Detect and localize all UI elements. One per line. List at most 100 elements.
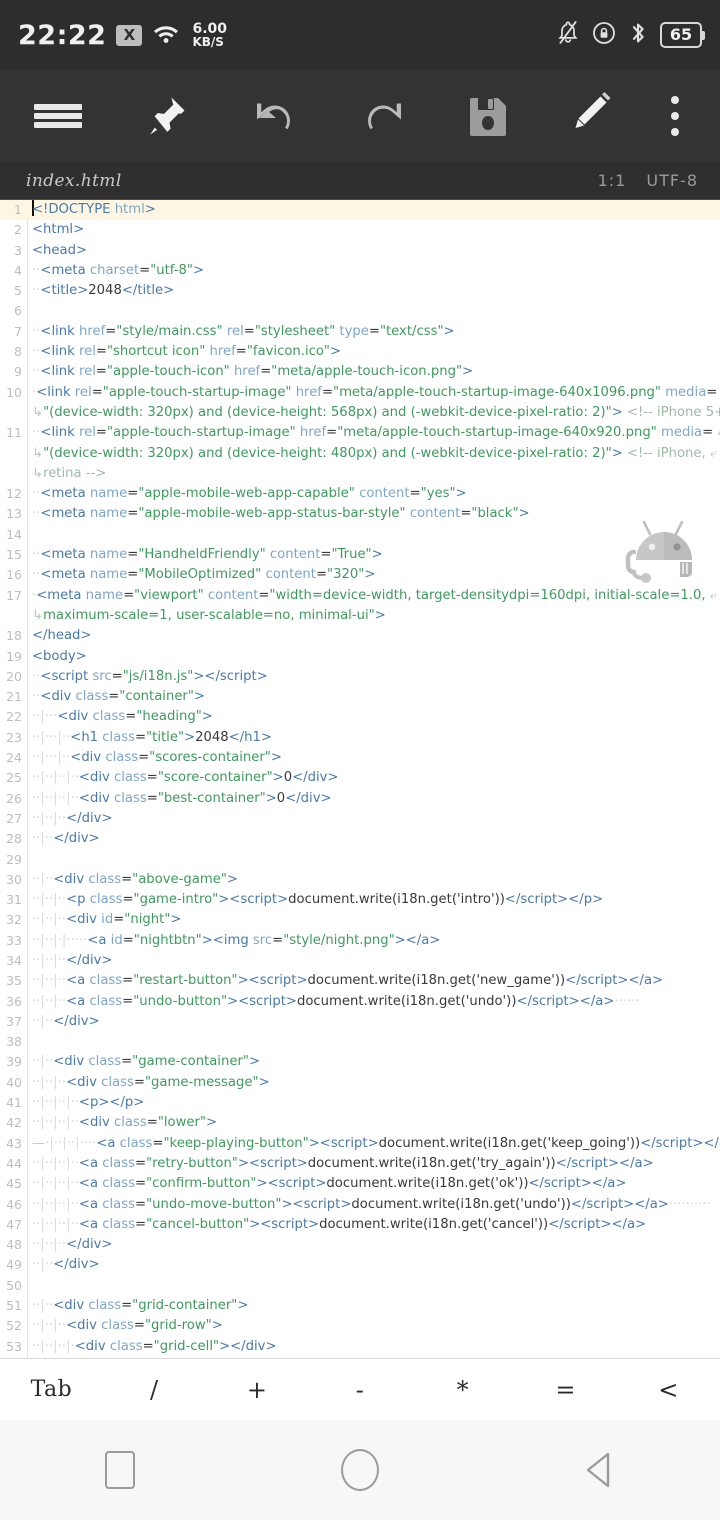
line-content[interactable]: ··|··</div> <box>27 829 720 849</box>
line-content[interactable]: ··|··|··</div> <box>27 951 720 971</box>
line-content[interactable]: ··|··|··</div> <box>27 1235 720 1255</box>
line-content[interactable]: ↳maximum-scale=1, user-scalable=no, mini… <box>27 606 720 626</box>
line-content[interactable]: ··|··<div class="above-game"> <box>27 870 720 890</box>
line-content[interactable]: ·<link rel="apple-touch-startup-image" h… <box>27 383 720 403</box>
code-line[interactable]: 5 ··<title>2048</title> <box>0 281 720 301</box>
code-line[interactable]: 4 ··<meta charset="utf-8"> <box>0 261 720 281</box>
code-line[interactable]: 2 <html> <box>0 220 720 240</box>
line-content[interactable]: ··<link rel="apple-touch-startup-image" … <box>27 423 720 443</box>
code-line[interactable]: 39 ··|··<div class="game-container"> <box>0 1052 720 1072</box>
line-content[interactable]: ··|··</div> <box>27 1255 720 1275</box>
code-line[interactable]: 9 ··<link rel="apple-touch-icon" href="me… <box>0 362 720 382</box>
line-content[interactable]: ··<div class="container"> <box>27 687 720 707</box>
code-line[interactable]: 43 —·|··|··|····<a class="keep-playing-bu… <box>0 1134 720 1154</box>
code-line[interactable]: 36 ··|··|··<a class="undo-button"><script… <box>0 992 720 1012</box>
code-line[interactable]: 17 ·<meta name="viewport" content="width=… <box>0 586 720 606</box>
line-content[interactable]: ··|··|·|·····<a id="nightbtn"><img src="… <box>27 931 720 951</box>
code-line[interactable]: 27 ··|··|··</div> <box>0 809 720 829</box>
code-line[interactable]: 10 ·<link rel="apple-touch-startup-image"… <box>0 383 720 403</box>
code-line[interactable]: 24 ··|···|··<div class="scores-container"… <box>0 748 720 768</box>
code-line[interactable]: 42 ··|··|··|··<div class="lower"> <box>0 1113 720 1133</box>
line-content[interactable]: ··|···|··<h1 class="title">2048</h1> <box>27 728 720 748</box>
code-line[interactable]: 19 <body> <box>0 647 720 667</box>
tab-key[interactable]: Tab <box>0 1359 103 1421</box>
line-content[interactable]: <head> <box>27 241 720 261</box>
code-line[interactable]: 25 ··|··|··|··<div class="score-container… <box>0 768 720 788</box>
code-line[interactable]: 28 ··|··</div> <box>0 829 720 849</box>
line-content[interactable]: ··|··|··<div id="night"> <box>27 910 720 930</box>
file-info-bar[interactable]: index.html 1:1 UTF-8 <box>0 162 720 200</box>
menu-icon[interactable] <box>30 70 86 162</box>
code-line[interactable]: 40 ··|··|··<div class="game-message"> <box>0 1073 720 1093</box>
code-line[interactable]: 38 <box>0 1032 720 1052</box>
line-content[interactable]: ··|···<div class="heading"> <box>27 707 720 727</box>
code-line[interactable]: 52 ··|··|··<div class="grid-row"> <box>0 1316 720 1336</box>
code-line[interactable]: 45 ··|··|··|··<a class="confirm-button"><… <box>0 1174 720 1194</box>
line-content[interactable]: ··|··|··|··<div class="score-container">… <box>27 768 720 788</box>
line-content[interactable]: ··|··|··|··<a class="cancel-button"><scr… <box>27 1215 720 1235</box>
line-content[interactable]: —·|··|··|····<a class="keep-playing-butt… <box>27 1134 720 1154</box>
code-editor[interactable]: 1 <!DOCTYPE html> 2 <html> 3 <head> 4 ··<meta c… <box>0 200 720 1358</box>
line-content[interactable]: ↳"(device-width: 320px) and (device-heig… <box>27 403 720 423</box>
code-line[interactable]: 29 <box>0 850 720 870</box>
code-line[interactable]: 31 ··|··|··<p class="game-intro"><script>… <box>0 890 720 910</box>
code-line[interactable]: 26 ··|··|··|··<div class="best-container"… <box>0 789 720 809</box>
line-content[interactable]: <!DOCTYPE html> <box>27 200 720 220</box>
undo-icon[interactable] <box>245 70 303 162</box>
nav-home-button[interactable] <box>300 1420 420 1520</box>
code-line[interactable]: 16 ··<meta name="MobileOptimized" content… <box>0 565 720 585</box>
code-line[interactable]: 35 ··|··|··<a class="restart-button"><scr… <box>0 971 720 991</box>
slash-key[interactable]: / <box>103 1359 206 1421</box>
edit-icon[interactable] <box>564 70 612 162</box>
line-content[interactable]: ··|···|··<div class="scores-container"> <box>27 748 720 768</box>
code-line[interactable]: 8 ··<link rel="shortcut icon" href="favic… <box>0 342 720 362</box>
more-options-icon[interactable] <box>664 70 686 162</box>
code-line[interactable]: ↳retina --> <box>0 464 720 484</box>
line-content[interactable]: ··<meta name="apple-mobile-web-app-statu… <box>27 504 720 524</box>
line-content[interactable]: ··|··|··<div class="grid-row"> <box>27 1316 720 1336</box>
code-line[interactable]: 30 ··|··<div class="above-game"> <box>0 870 720 890</box>
line-content[interactable]: ··<link rel="shortcut icon" href="favico… <box>27 342 720 362</box>
asterisk-key[interactable]: * <box>411 1359 514 1421</box>
line-content[interactable]: ··|··|··<a class="restart-button"><scrip… <box>27 971 720 991</box>
nav-recents-button[interactable] <box>60 1420 180 1520</box>
line-content[interactable]: ··|··|··|··<p></p> <box>27 1093 720 1113</box>
line-content[interactable]: ··<meta name="HandheldFriendly" content=… <box>27 545 720 565</box>
line-content[interactable]: ··<script src="js/i18n.js"></script> <box>27 667 720 687</box>
code-line[interactable]: 44 ··|··|··|··<a class="retry-button"><sc… <box>0 1154 720 1174</box>
code-line[interactable]: 1 <!DOCTYPE html> <box>0 200 720 221</box>
code-lines[interactable]: 1 <!DOCTYPE html> 2 <html> 3 <head> 4 ··<meta c… <box>0 200 720 1358</box>
line-content[interactable]: ↳retina --> <box>27 464 720 484</box>
minus-key[interactable]: - <box>309 1359 412 1421</box>
code-line[interactable]: 22 ··|···<div class="heading"> <box>0 707 720 727</box>
line-content[interactable]: ··|··|··</div> <box>27 809 720 829</box>
line-content[interactable]: ··|··<div class="game-container"> <box>27 1052 720 1072</box>
plus-key[interactable]: + <box>206 1359 309 1421</box>
save-icon[interactable] <box>465 70 511 162</box>
line-content[interactable]: ··<title>2048</title> <box>27 281 720 301</box>
code-line[interactable]: 53 ··|··|··|·<div class="grid-cell"></div… <box>0 1337 720 1357</box>
code-line[interactable]: 20 ··<script src="js/i18n.js"></script> <box>0 667 720 687</box>
code-line[interactable]: ↳maximum-scale=1, user-scalable=no, mini… <box>0 606 720 626</box>
code-line[interactable]: 7 ··<link href="style/main.css" rel="styl… <box>0 322 720 342</box>
code-line[interactable]: 33 ··|··|·|·····<a id="nightbtn"><img src… <box>0 931 720 951</box>
nav-back-button[interactable] <box>540 1420 660 1520</box>
code-line[interactable]: 47 ··|··|··|··<a class="cancel-button"><s… <box>0 1215 720 1235</box>
less-than-key[interactable]: < <box>617 1359 720 1421</box>
code-line[interactable]: 3 <head> <box>0 241 720 261</box>
line-content[interactable]: ··|··<div class="grid-container"> <box>27 1296 720 1316</box>
code-line[interactable]: ↳"(device-width: 320px) and (device-heig… <box>0 403 720 423</box>
line-content[interactable]: ··|··|··|··<div class="best-container">0… <box>27 789 720 809</box>
code-line[interactable]: 50 <box>0 1276 720 1296</box>
line-content[interactable]: ··|··|··|··<div class="lower"> <box>27 1113 720 1133</box>
code-line[interactable]: ↳"(device-width: 320px) and (device-heig… <box>0 444 720 464</box>
code-line[interactable]: 41 ··|··|··|··<p></p> <box>0 1093 720 1113</box>
pin-icon[interactable] <box>138 70 192 162</box>
code-line[interactable]: 37 ··|··</div> <box>0 1012 720 1032</box>
code-line[interactable]: 18 </head> <box>0 626 720 646</box>
line-content[interactable]: ··<link rel="apple-touch-icon" href="met… <box>27 362 720 382</box>
code-line[interactable]: 6 <box>0 301 720 321</box>
code-line[interactable]: 49 ··|··</div> <box>0 1255 720 1275</box>
symbol-keyboard-bar[interactable]: Tab / + - * = < <box>0 1358 720 1420</box>
line-content[interactable]: ··<meta name="apple-mobile-web-app-capab… <box>27 484 720 504</box>
